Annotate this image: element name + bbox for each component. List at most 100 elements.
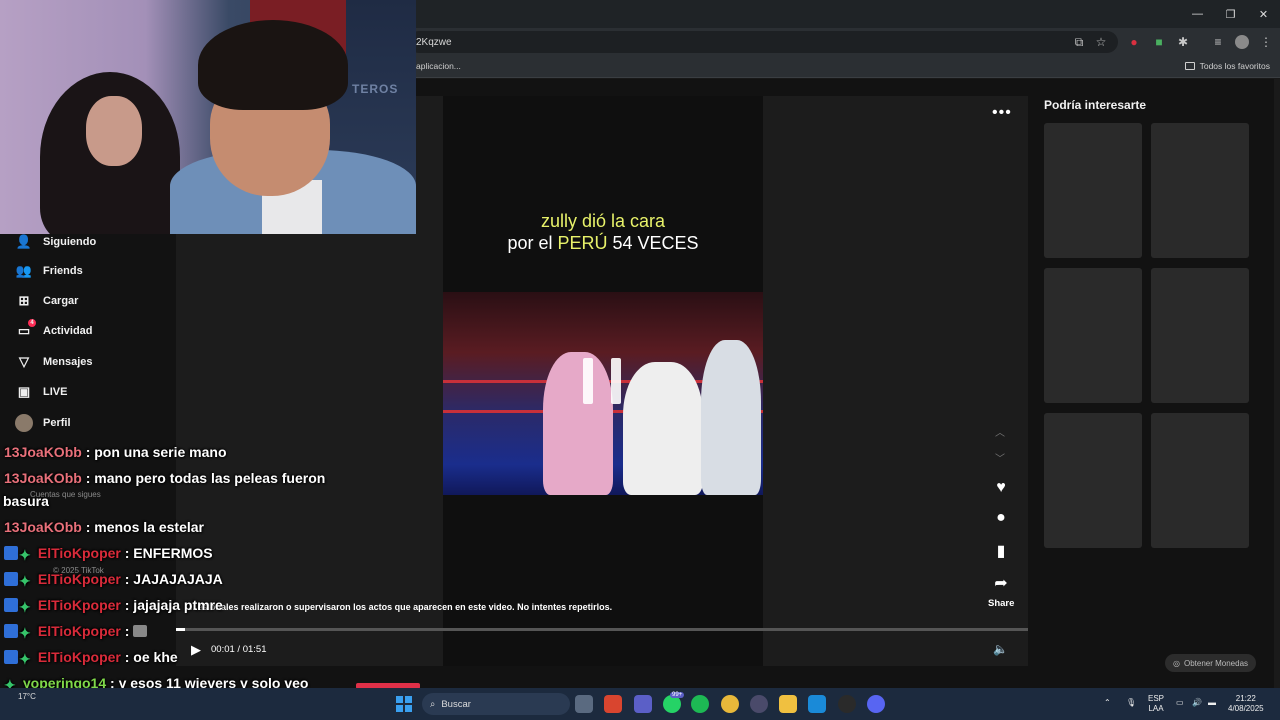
start-button[interactable] — [396, 696, 412, 712]
taskbar-search[interactable]: ⌕ Buscar — [422, 693, 570, 715]
app-icon-red[interactable] — [604, 695, 622, 713]
sidebar-item-label: Friends — [43, 265, 83, 277]
reading-list-icon[interactable]: ≡ — [1211, 35, 1225, 49]
chair-logo: TEROS — [352, 82, 399, 96]
search-icon: ⌕ — [430, 698, 436, 710]
all-bookmarks-label: Todos los favoritos — [1199, 61, 1270, 71]
speaker-icon[interactable]: 🔊 — [1192, 698, 1202, 708]
messages-icon: ▽ — [19, 354, 29, 369]
minimize-button[interactable]: — — [1181, 0, 1214, 28]
video-caption-line1: zully dió la cara — [540, 211, 666, 231]
caption-part: PERÚ — [557, 233, 608, 253]
extension-green-icon[interactable]: ■ — [1152, 35, 1166, 49]
following-heading: Cuentas que sigues — [30, 490, 101, 499]
chrome-icon[interactable] — [721, 695, 739, 713]
recommendation-card[interactable] — [1044, 413, 1142, 548]
extensions-icon[interactable]: ✱ — [1176, 35, 1190, 49]
sidebar-item-label: Siguiendo — [43, 236, 97, 248]
vscode-icon[interactable] — [808, 695, 826, 713]
app-icon-dark[interactable] — [750, 695, 768, 713]
sidebar-item-messages[interactable]: ▽ Mensajes — [15, 353, 93, 371]
sidebar-item-label: Actividad — [43, 325, 93, 337]
webcam-overlay: TEROS — [0, 0, 416, 234]
maximize-button[interactable]: ❐ — [1214, 0, 1247, 28]
recommendation-card[interactable] — [1044, 123, 1142, 258]
referee — [701, 340, 761, 495]
microphone-icon[interactable]: 🎙 — [1126, 698, 1136, 708]
bookmark-item[interactable]: aplicacion... — [416, 61, 461, 71]
teams-icon[interactable] — [634, 695, 652, 713]
taskbar-clock[interactable]: 21:22 4/08/2025 — [1228, 694, 1264, 714]
chevron-up-icon[interactable]: ︿ — [995, 424, 1005, 439]
time-total: 01:51 — [242, 644, 267, 655]
battery-icon[interactable]: ▬ — [1208, 698, 1216, 708]
boxer-white — [623, 362, 703, 495]
page-scrollbar[interactable] — [1274, 79, 1280, 688]
weather-widget[interactable]: 17°C — [18, 692, 36, 701]
language-indicator[interactable]: ESP LAA — [1148, 694, 1164, 714]
language-line: ESP — [1148, 694, 1165, 703]
share-label: Share — [988, 598, 1015, 609]
folder-icon — [1184, 62, 1195, 70]
video-frame[interactable] — [443, 292, 763, 495]
extension-red-icon[interactable]: ● — [1127, 35, 1141, 49]
address-bar-url[interactable]: 2Kqzwe — [416, 37, 452, 48]
caption-part: por el — [507, 233, 558, 253]
like-heart-icon[interactable]: ♥ — [990, 477, 1012, 499]
sidebar-item-activity[interactable]: ▭ 4 Actividad — [15, 319, 93, 340]
webcam-person — [198, 20, 348, 110]
webcam-person — [86, 96, 142, 166]
sidebar-item-live[interactable]: ▣ LIVE — [15, 383, 68, 401]
clock-date: 4/08/2025 — [1228, 704, 1264, 713]
recommendation-card[interactable] — [1151, 413, 1249, 548]
boxer-pink — [543, 352, 613, 495]
copyright-text: © 2025 TikTok — [53, 566, 104, 575]
more-options-icon[interactable]: ••• — [992, 104, 1012, 122]
video-progress-fill — [176, 628, 185, 631]
tray-chevron-icon[interactable]: ⌃ — [1104, 698, 1111, 708]
close-window-button[interactable]: ✕ — [1247, 0, 1280, 28]
task-view-icon[interactable] — [575, 695, 593, 713]
discord-icon[interactable] — [867, 695, 885, 713]
pause-icon[interactable] — [611, 358, 621, 404]
pause-icon[interactable] — [583, 358, 593, 404]
comment-icon[interactable]: ● — [990, 507, 1012, 529]
video-caption-line2: por el PERÚ 54 VECES — [443, 232, 763, 254]
bookmark-star-icon[interactable]: ☆ — [1094, 35, 1108, 49]
video-time: 00:01 / 01:51 — [211, 644, 267, 655]
bookmark-icon[interactable]: ▮ — [990, 540, 1012, 562]
clock-time: 21:22 — [1235, 694, 1256, 703]
network-icon[interactable]: ▭ — [1176, 698, 1184, 708]
sidebar-item-upload[interactable]: ⊞ Cargar — [15, 292, 79, 310]
get-coins-button[interactable]: ◎ Obtener Monedas — [1165, 654, 1257, 672]
sidebar-item-label: LIVE — [43, 386, 68, 398]
chevron-down-icon[interactable]: ﹀ — [995, 450, 1005, 465]
live-icon: ▣ — [17, 384, 31, 399]
browser-profile-icon[interactable] — [1235, 35, 1249, 49]
language-line: LAA — [1148, 704, 1164, 713]
sidebar-item-following[interactable]: 👤 Siguiendo — [15, 233, 96, 251]
all-bookmarks-folder[interactable]: Todos los favoritos — [1184, 61, 1270, 71]
address-bar[interactable] — [408, 31, 1118, 53]
recommendation-card[interactable] — [1151, 268, 1249, 403]
sidebar-item-label: Mensajes — [43, 356, 93, 368]
install-app-icon[interactable]: ⧉ — [1072, 35, 1086, 49]
browser-menu-icon[interactable]: ⋮ — [1259, 35, 1273, 49]
get-coins-label: Obtener Monedas — [1183, 658, 1249, 668]
friends-icon: 👥 — [15, 263, 33, 278]
sidebar-item-friends[interactable]: 👥 Friends — [15, 262, 83, 280]
sidebar-item-label: Perfil — [43, 417, 71, 429]
notification-badge: 99+ — [670, 692, 685, 698]
play-icon[interactable]: ▶ — [191, 642, 201, 658]
recommendation-card[interactable] — [1151, 123, 1249, 258]
video-disclaimer: ...esionales realizaron o supervisaron l… — [190, 602, 613, 612]
share-icon[interactable]: ➦ — [990, 572, 1012, 594]
file-explorer-icon[interactable] — [779, 695, 797, 713]
volume-icon[interactable]: 🔈 — [993, 642, 1008, 656]
video-progress-bar[interactable] — [176, 628, 1028, 631]
window-controls: — ❐ ✕ — [1181, 0, 1280, 28]
sidebar-item-profile[interactable]: Perfil — [15, 414, 71, 432]
spotify-icon[interactable] — [691, 695, 709, 713]
recommendation-card[interactable] — [1044, 268, 1142, 403]
obs-icon[interactable] — [838, 695, 856, 713]
